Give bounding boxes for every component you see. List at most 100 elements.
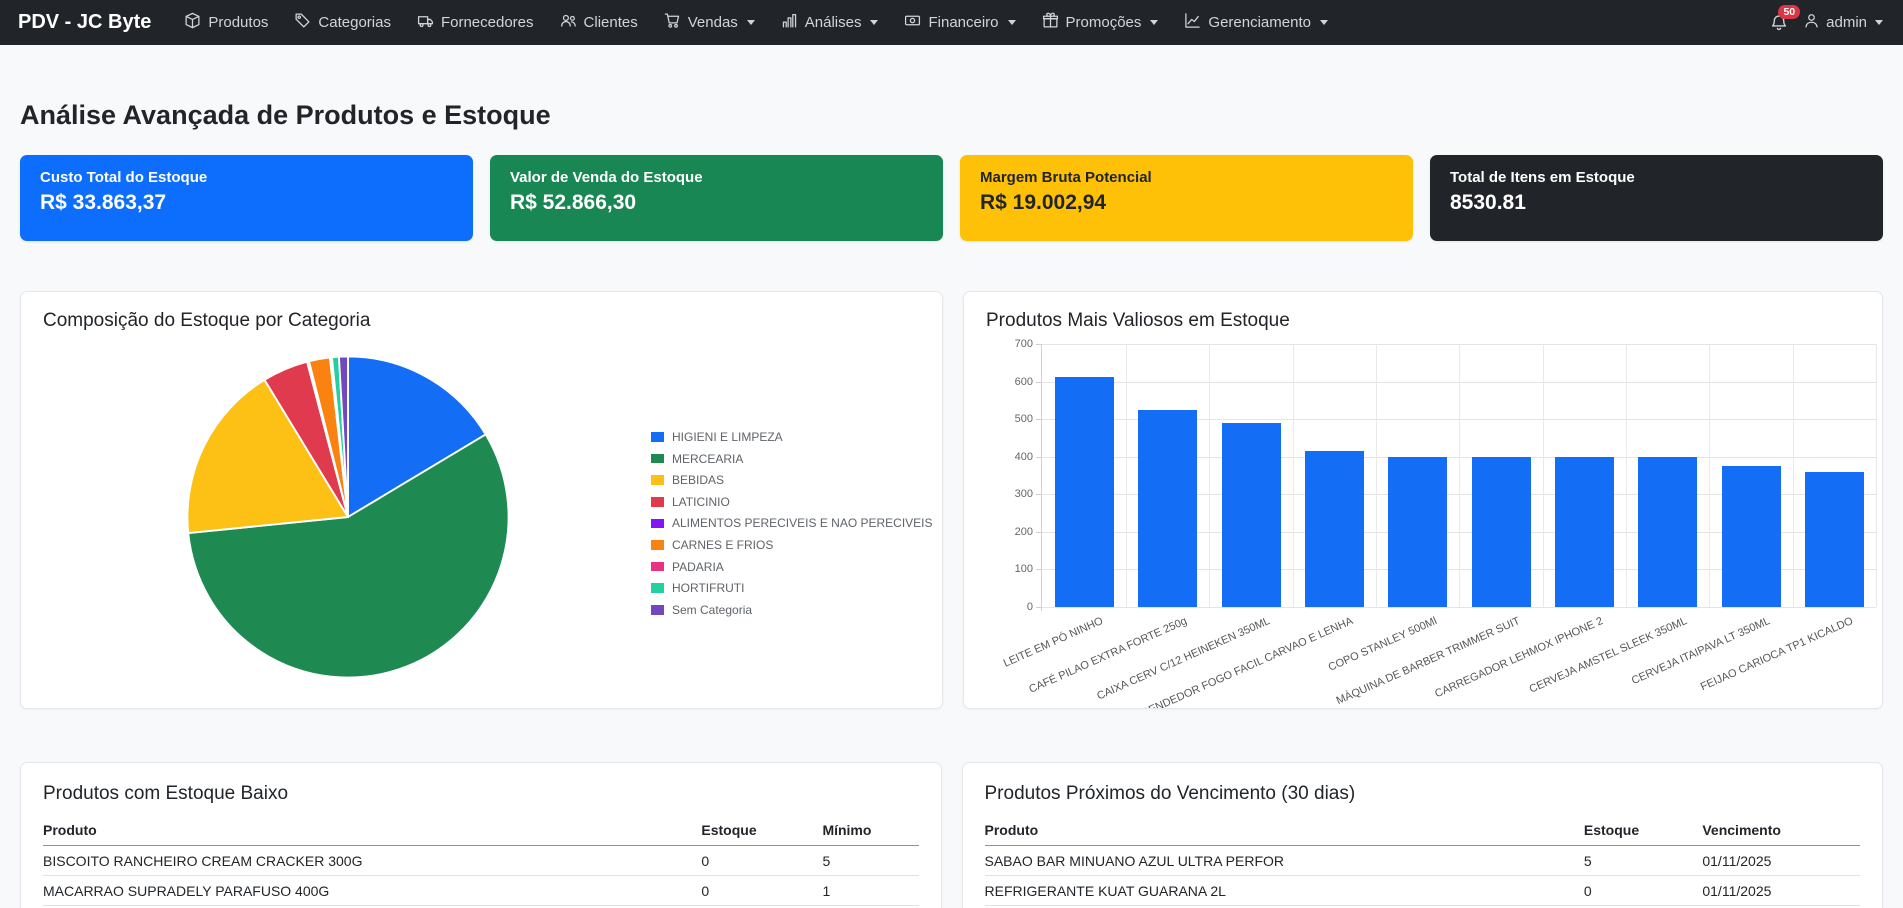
table-cell: 5 bbox=[822, 846, 918, 876]
nav-item-label: Clientes bbox=[584, 14, 638, 31]
x-tick-label: COPO STANLEY 500Ml bbox=[1160, 615, 1439, 709]
gridline-v bbox=[1293, 344, 1294, 607]
stat-card-label: Valor de Venda do Estoque bbox=[510, 169, 923, 186]
nav-item-analises[interactable]: Análises bbox=[768, 12, 892, 33]
chevron-down-icon bbox=[747, 20, 755, 25]
user-label: admin bbox=[1826, 14, 1867, 31]
column-header-estoque: Estoque bbox=[1584, 817, 1702, 846]
table-row: MACARRAO SUPRADELY PARAFUSO 400G01 bbox=[43, 876, 919, 906]
nav-item-financeiro[interactable]: Financeiro bbox=[891, 12, 1028, 33]
legend-item-laticinio: LATICINIO bbox=[651, 495, 933, 509]
pie-chart-title: Composição do Estoque por Categoria bbox=[21, 292, 942, 332]
column-header-produto: Produto bbox=[985, 817, 1584, 846]
notifications-button[interactable]: 50 bbox=[1770, 14, 1788, 32]
stat-card-value: 8530.81 bbox=[1450, 191, 1863, 215]
legend-label: CARNES E FRIOS bbox=[672, 538, 773, 552]
legend-item-sem-categoria: Sem Categoria bbox=[651, 603, 933, 617]
gridline-v bbox=[1876, 344, 1877, 607]
table-cell: 0 bbox=[1584, 876, 1702, 906]
stat-card-valor-de-venda-do-estoque: Valor de Venda do Estoque R$ 52.866,30 bbox=[490, 155, 943, 241]
table-cell: REFRIGERANTE KUAT GUARANA 2L bbox=[985, 876, 1584, 906]
legend-item-carnes-e-frios: CARNES E FRIOS bbox=[651, 538, 933, 552]
low-stock-title: Produtos com Estoque Baixo bbox=[43, 783, 919, 805]
chevron-down-icon bbox=[870, 20, 878, 25]
chevron-down-icon bbox=[1320, 20, 1328, 25]
y-tick-label: 400 bbox=[993, 451, 1033, 463]
gridline-v bbox=[1626, 344, 1627, 607]
legend-label: HORTIFRUTI bbox=[672, 581, 744, 595]
legend-swatch bbox=[651, 454, 664, 464]
legend-item-bebidas: BEBIDAS bbox=[651, 473, 933, 487]
nav-item-fornecedores[interactable]: Fornecedores bbox=[404, 12, 547, 33]
y-tick-label: 600 bbox=[993, 376, 1033, 388]
table-cell: 0 bbox=[701, 876, 822, 906]
table-cell: 01/11/2025 bbox=[1702, 876, 1860, 906]
table-header-row: ProdutoEstoqueVencimento bbox=[985, 817, 1861, 846]
legend-label: MERCEARIA bbox=[672, 452, 743, 466]
nav-menu: Produtos Categorias Fornecedores Clientes Ve… bbox=[171, 12, 1341, 33]
x-tick-label: CARREGADOR LEHMOX IPHONE 2 bbox=[1326, 615, 1605, 709]
legend-item-mercearia: MERCEARIA bbox=[651, 452, 933, 466]
stat-card-value: R$ 52.866,30 bbox=[510, 191, 923, 215]
nav-item-label: Análises bbox=[805, 14, 862, 31]
nav-item-gerenciamento[interactable]: Gerenciamento bbox=[1171, 12, 1341, 33]
bar-copo-stanley-500ml bbox=[1388, 457, 1447, 607]
legend-swatch bbox=[651, 583, 664, 593]
legend-label: PADARIA bbox=[672, 560, 724, 574]
charts-row: Composição do Estoque por Categoria HIGI… bbox=[20, 291, 1883, 709]
y-tick-label: 0 bbox=[993, 601, 1033, 613]
legend-swatch bbox=[651, 605, 664, 615]
gridline-v bbox=[1459, 344, 1460, 607]
stat-card-margem-bruta-potencial: Margem Bruta PotencialR$ 19.002,94 bbox=[960, 155, 1413, 241]
legend-swatch bbox=[651, 432, 664, 442]
nav-item-label: Categorias bbox=[318, 14, 391, 31]
x-tick-label: MÁQUINA DE BARBER TRIMMER SUIT bbox=[1243, 615, 1522, 709]
x-tick-label: FEIJAO CARIOCA TP1 KICALDO bbox=[1576, 615, 1855, 709]
nav-item-produtos[interactable]: Produtos bbox=[171, 12, 281, 33]
gridline-h bbox=[1041, 607, 1876, 608]
legend-swatch bbox=[651, 562, 664, 572]
bar-cafe-pilao-extra-forte-250g bbox=[1138, 410, 1197, 607]
y-tick-label: 200 bbox=[993, 526, 1033, 538]
nav-item-label: Fornecedores bbox=[441, 14, 534, 31]
nav-item-label: Financeiro bbox=[928, 14, 998, 31]
y-tick-label: 500 bbox=[993, 413, 1033, 425]
nav-item-vendas[interactable]: Vendas bbox=[651, 12, 768, 33]
table-cell: 5 bbox=[1584, 846, 1702, 876]
box-icon bbox=[184, 12, 201, 33]
table-cell: 01/11/2025 bbox=[1702, 846, 1860, 876]
table-header-row: ProdutoEstoqueMínimo bbox=[43, 817, 919, 846]
graph-up-icon bbox=[1184, 12, 1201, 33]
chevron-down-icon bbox=[1875, 20, 1883, 25]
bar-feijao-carioca-tp1-kicaldo bbox=[1805, 472, 1864, 607]
bar-chart-icon bbox=[781, 12, 798, 33]
gridline-v bbox=[1126, 344, 1127, 607]
pie-chart bbox=[178, 347, 518, 687]
nav-item-categorias[interactable]: Categorias bbox=[281, 12, 404, 33]
legend-swatch bbox=[651, 497, 664, 507]
nav-right: 50 admin bbox=[1770, 12, 1883, 33]
bar-cerveja-amstel-sleek-350ml bbox=[1638, 457, 1697, 607]
legend-swatch bbox=[651, 519, 664, 529]
bar-cerveja-itaipava-lt-350ml bbox=[1722, 466, 1781, 607]
x-tick-label: ACENDEDOR FOGO FACIL CARVAO E LENHA bbox=[1076, 615, 1355, 709]
truck-icon bbox=[417, 12, 434, 33]
gridline-v bbox=[1793, 344, 1794, 607]
nav-item-promocoes[interactable]: Promoções bbox=[1029, 12, 1172, 33]
bar-leite-em-po-ninho bbox=[1055, 377, 1114, 607]
nav-item-label: Produtos bbox=[208, 14, 268, 31]
legend-item-alimentos-pereciveis-e-nao-pereciveis: ALIMENTOS PERECIVEIS E NAO PERECIVEIS bbox=[651, 516, 933, 530]
user-menu[interactable]: admin bbox=[1803, 12, 1883, 33]
people-icon bbox=[560, 12, 577, 33]
low-stock-card: Produtos com Estoque Baixo ProdutoEstoqu… bbox=[20, 762, 942, 908]
bar-carregador-lehmox-iphone-2 bbox=[1555, 457, 1614, 607]
gridline-v bbox=[1709, 344, 1710, 607]
brand[interactable]: PDV - JC Byte bbox=[18, 11, 151, 34]
stat-card-value: R$ 33.863,37 bbox=[40, 191, 453, 215]
legend-label: Sem Categoria bbox=[672, 603, 752, 617]
legend-swatch bbox=[651, 540, 664, 550]
stat-card-label: Margem Bruta Potencial bbox=[980, 169, 1393, 186]
stats-row: Custo Total do EstoqueR$ 33.863,37Valor … bbox=[20, 155, 1883, 241]
nav-item-clientes[interactable]: Clientes bbox=[547, 12, 651, 33]
chevron-down-icon bbox=[1008, 20, 1016, 25]
